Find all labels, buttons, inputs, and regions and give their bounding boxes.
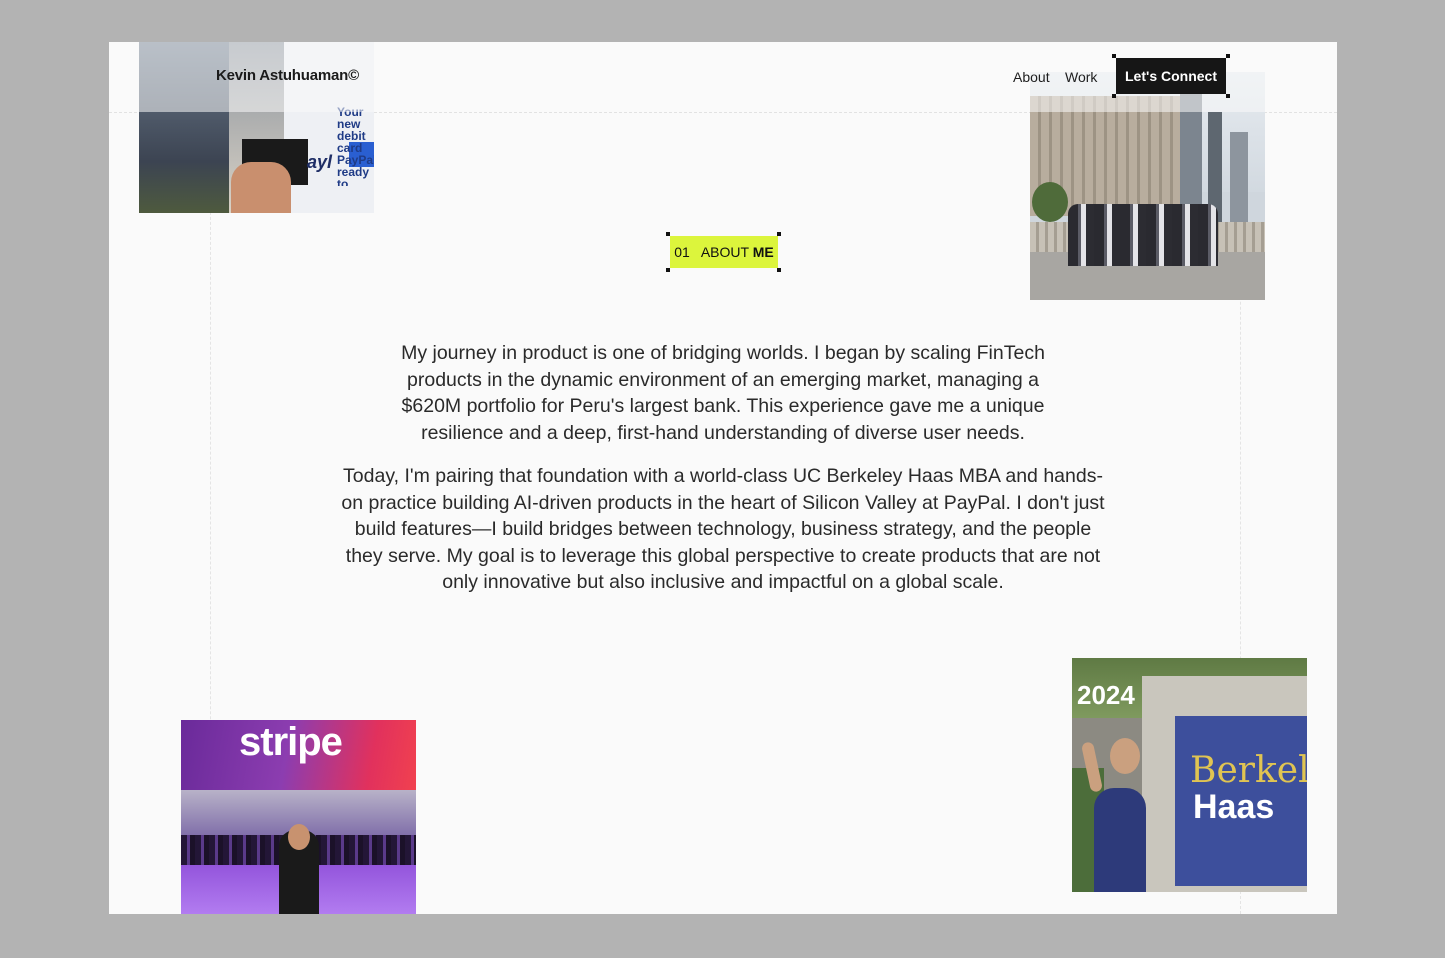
corner-marker [666,268,670,272]
corner-marker [1226,54,1230,58]
corner-marker [777,268,781,272]
corner-marker [1226,94,1230,98]
about-paragraph-1: My journey in product is one of bridging… [401,342,1045,444]
haas-photo-year: 2024 [1077,680,1135,710]
brand-logo[interactable]: Kevin Astuhuaman© [216,67,359,84]
nav-link-about[interactable]: About [1013,69,1050,85]
haas-sign-haas: Haas [1193,788,1275,826]
navbar: Kevin Astuhuaman© About Work Let's Conne… [109,42,1337,112]
section-number: 01 [674,244,690,260]
corner-marker [666,232,670,236]
berkeley-haas-photo: 2024 Berkeley Haas [1072,658,1307,892]
haas-sign-berkeley: Berkeley [1190,750,1307,791]
nav-link-work[interactable]: Work [1065,69,1097,85]
about-text: My journey in product is one of bridging… [339,340,1107,613]
corner-marker [777,232,781,236]
section-badge: 01 ABOUT ME [670,236,778,268]
about-page: Your new debit card PayPal ready to rewa… [109,42,1337,914]
paypal-photo-caption: Your new debit card PayPal ready to rewa… [337,106,374,186]
stripe-photo: stripe [181,720,416,914]
lets-connect-button[interactable]: Let's Connect [1116,58,1226,94]
about-paragraph-2: Today, I'm pairing that foundation with … [341,465,1105,593]
corner-marker [1112,54,1116,58]
stripe-logo: stripe [239,720,343,764]
corner-marker [1112,94,1116,98]
section-label: ABOUT ME [700,244,774,260]
